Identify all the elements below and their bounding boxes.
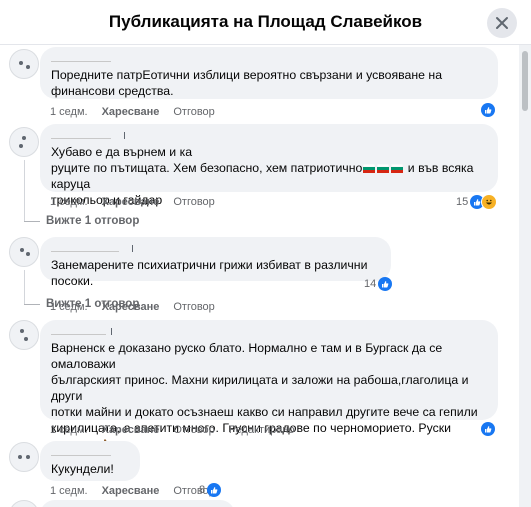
reactions-count[interactable]: 8 <box>199 483 222 497</box>
like-reaction-icon <box>207 483 222 497</box>
comments-list[interactable]: Поредните патрЕотични изблици вероятно с… <box>0 45 519 507</box>
comment-text-line: потки майни и докато осъзнаеш какво си н… <box>51 405 478 419</box>
reactions-count[interactable] <box>481 103 495 117</box>
reply-button[interactable]: Отговор <box>173 106 214 118</box>
haha-reaction-icon <box>481 194 498 210</box>
like-reaction-icon <box>481 422 495 436</box>
comment-author[interactable] <box>51 53 487 67</box>
close-icon <box>496 17 508 29</box>
comment-text-line: руците по пътищата. Хем безопасно, хем п… <box>51 161 363 175</box>
scrollbar-thumb[interactable] <box>522 51 528 111</box>
comment-time[interactable]: 1 седм. <box>50 106 88 118</box>
dialog-title: Публикацията на Площад Славейков <box>108 12 423 31</box>
comment-text-line: Хубаво е да върнем и ка <box>51 145 193 159</box>
comment-author[interactable] <box>51 326 487 340</box>
thread-line <box>24 160 25 222</box>
avatar[interactable] <box>9 500 39 507</box>
comment-text-line: руците по пътищата. Хем безопасно, хем п… <box>51 160 487 192</box>
comment-text-line: българският принос. Махни кирилицата и з… <box>51 373 469 403</box>
like-button[interactable]: Харесване <box>102 106 160 118</box>
like-button[interactable]: Харесване <box>102 196 160 208</box>
comment-bubble: Поредните патрЕотични изблици вероятно с… <box>40 47 498 99</box>
reactions-count[interactable] <box>481 422 495 436</box>
comment-author[interactable] <box>51 243 380 257</box>
comment-actions: 1 седм. Харесване Отговор <box>50 106 229 118</box>
scrollbar[interactable] <box>519 45 531 507</box>
avatar[interactable] <box>9 127 39 157</box>
like-button[interactable]: Харесване <box>102 485 160 497</box>
view-replies-label: Вижте 1 отговор <box>46 215 140 227</box>
reply-button[interactable]: Отговор <box>173 301 214 313</box>
view-replies-link[interactable]: Вижте 1 отговор <box>24 298 139 310</box>
comment-time[interactable]: 1 седм. <box>50 424 88 436</box>
comment-text: Занемарените психиатрични грижи избиват … <box>51 258 368 288</box>
edited-label: Редактирано <box>228 424 295 436</box>
reply-button[interactable]: Отговор <box>173 424 214 436</box>
comment-bubble: Хубаво е да върнем и ка руците по пътища… <box>40 124 498 207</box>
avatar[interactable] <box>9 237 39 267</box>
reactions-count[interactable]: 15 <box>456 194 498 210</box>
comment-author[interactable] <box>51 130 487 144</box>
comment-time[interactable]: 1 седм. <box>50 485 88 497</box>
comment-actions: 1 седм. Харесване Отговор <box>50 196 229 208</box>
reaction-count: 8 <box>199 484 206 496</box>
reactions-count[interactable]: 14 <box>364 277 393 291</box>
avatar[interactable] <box>9 49 39 79</box>
comment-text-line: Варненск е доказано руско блато. Нормалн… <box>51 341 443 371</box>
bulgarian-flag-icon <box>362 161 404 175</box>
like-reaction-icon <box>481 103 495 117</box>
comment-bubble: Занемарените психиатрични грижи избиват … <box>40 237 391 288</box>
avatar[interactable] <box>9 320 39 350</box>
reaction-count: 15 <box>456 196 469 208</box>
comment-text: Кукундели! <box>51 462 114 476</box>
like-reaction-icon <box>378 277 393 291</box>
reply-connector <box>24 220 40 222</box>
avatar[interactable] <box>9 442 39 472</box>
comment-author[interactable] <box>51 447 129 461</box>
like-button[interactable]: Харесване <box>102 424 160 436</box>
close-button[interactable] <box>487 8 517 38</box>
comment-bubble <box>40 500 235 507</box>
view-replies-link[interactable]: Вижте 1 отговор <box>24 215 139 227</box>
dialog-header: Публикацията на Площад Славейков <box>0 0 531 45</box>
reply-button[interactable]: Отговор <box>173 196 214 208</box>
comment-actions: 1 седм. Харесване Отговор Редактирано <box>50 424 309 436</box>
reply-connector <box>24 303 40 305</box>
reaction-count: 14 <box>364 278 377 290</box>
comment-text: Поредните патрЕотични изблици вероятно с… <box>51 68 443 98</box>
comment-time[interactable]: 1 седм. <box>50 196 88 208</box>
comment-bubble: Варненск е доказано руско блато. Нормалн… <box>40 320 498 465</box>
view-replies-label: Вижте 1 отговор <box>46 298 140 310</box>
comment-bubble: Кукундели! <box>40 441 140 481</box>
